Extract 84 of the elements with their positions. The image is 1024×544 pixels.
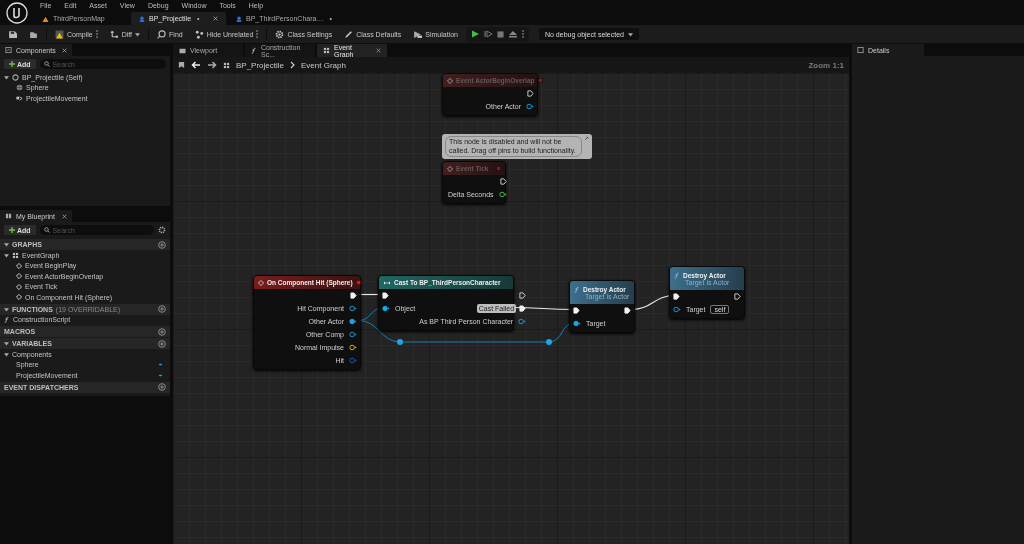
exec-pin-icon[interactable] (734, 293, 741, 300)
event-icon (447, 77, 453, 84)
movement-icon (16, 94, 23, 102)
caret-down-icon (627, 31, 633, 37)
pin-icon[interactable] (673, 306, 681, 313)
exec-pin-icon[interactable] (382, 292, 389, 299)
function-icon (4, 316, 10, 324)
forward-arrow-icon[interactable] (207, 61, 217, 69)
pin-icon[interactable] (518, 318, 527, 325)
cast-icon (383, 279, 391, 286)
pin-icon[interactable] (382, 305, 390, 312)
compile-warning-icon (55, 29, 64, 39)
function-icon (674, 271, 680, 279)
pencil-icon (344, 29, 354, 39)
search-icon (43, 61, 50, 67)
graph-icon (223, 61, 230, 69)
more-icon (95, 30, 98, 38)
folder-icon (29, 29, 38, 39)
reroute-node[interactable] (546, 339, 552, 345)
breadcrumb-item[interactable]: BP_Projectile (236, 60, 285, 70)
sphere-icon (16, 84, 23, 92)
pin-icon (584, 136, 589, 141)
save-icon (8, 29, 17, 39)
breadcrumb-item[interactable]: Event Graph (301, 60, 346, 70)
pin-icon[interactable] (573, 320, 581, 327)
search-icon (43, 227, 50, 233)
eject-icon[interactable] (508, 30, 517, 38)
viewport-icon (179, 47, 186, 54)
more-icon (256, 30, 259, 38)
exec-pin-icon[interactable] (519, 292, 527, 299)
pin-icon[interactable] (349, 331, 357, 338)
exec-pin-icon[interactable] (573, 307, 580, 314)
add-icon (158, 240, 166, 249)
actor-icon (12, 73, 19, 81)
event-icon (258, 279, 264, 286)
hide-unrelated-icon (194, 29, 204, 39)
delegate-pin-icon (537, 78, 543, 83)
add-icon (158, 339, 166, 348)
play-icon[interactable] (470, 30, 479, 38)
exec-pin-icon[interactable] (624, 307, 631, 314)
add-icon (158, 383, 166, 391)
delegate-pin-icon (496, 166, 501, 171)
details-icon (857, 47, 864, 53)
blueprint-icon (139, 15, 145, 22)
map-icon (42, 15, 49, 22)
close-icon[interactable] (62, 47, 67, 53)
caret-down-icon (4, 74, 9, 80)
function-icon (251, 47, 257, 54)
step-icon[interactable] (483, 30, 492, 38)
pin-icon[interactable] (349, 305, 357, 312)
graph-icon (323, 47, 330, 54)
add-icon (158, 305, 166, 313)
find-icon (157, 29, 167, 39)
settings-icon[interactable] (158, 226, 166, 234)
stop-icon[interactable] (496, 30, 504, 38)
blueprint-icon (236, 15, 242, 22)
function-icon (574, 285, 580, 293)
close-icon[interactable] (376, 48, 381, 53)
pin-icon[interactable] (349, 318, 357, 325)
close-icon[interactable] (213, 16, 218, 21)
exec-pin-icon[interactable] (519, 305, 527, 312)
components-icon (5, 47, 12, 53)
reroute-node[interactable] (397, 339, 403, 345)
more-icon[interactable] (521, 30, 524, 38)
close-icon[interactable] (62, 213, 67, 219)
simulation-icon (413, 29, 423, 39)
delegate-pin-icon (355, 280, 361, 285)
plus-icon (9, 61, 15, 67)
bookmark-icon[interactable] (178, 61, 185, 69)
zoom-level: Zoom 1:1 (808, 60, 844, 70)
caret-down-icon (4, 306, 9, 312)
pin-icon[interactable] (349, 344, 357, 351)
chevron-right-icon (290, 61, 296, 69)
book-icon (5, 213, 12, 219)
caret-down-icon (135, 31, 141, 37)
plus-icon (9, 227, 15, 233)
exec-pin-icon[interactable] (673, 293, 680, 300)
event-icon (447, 165, 453, 172)
exec-pin-icon[interactable] (350, 292, 357, 299)
graph-icon (12, 251, 19, 259)
back-arrow-icon[interactable] (191, 61, 201, 69)
diff-icon (109, 29, 119, 39)
settings-icon (275, 29, 285, 39)
add-icon (158, 327, 166, 336)
